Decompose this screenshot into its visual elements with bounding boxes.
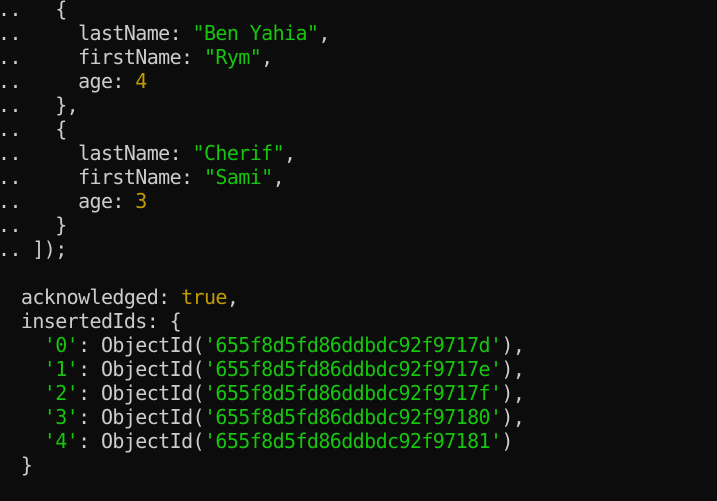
code-text: , <box>261 45 273 69</box>
string-literal: '655f8d5fd86ddbdc92f9717d' <box>203 333 502 357</box>
terminal-line: '2': ObjectId('655f8d5fd86ddbdc92f9717f'… <box>0 381 525 405</box>
terminal-line: .. age: 4 <box>0 69 147 93</box>
number-literal: 3 <box>135 189 147 213</box>
terminal-line: .. lastName: "Ben Yahia", <box>0 21 330 45</box>
terminal-line: .. lastName: "Cherif", <box>0 141 296 165</box>
code-text: .. firstName: <box>0 45 204 69</box>
code-text: , <box>284 141 296 165</box>
code-text: ), <box>501 405 525 429</box>
code-text: : ObjectId( <box>78 333 204 357</box>
string-literal: "Rym" <box>203 45 262 69</box>
code-text: .. firstName: <box>0 165 204 189</box>
string-literal: '2' <box>43 381 79 405</box>
string-literal: '655f8d5fd86ddbdc92f9717e' <box>203 357 502 381</box>
code-text: .. lastName: <box>0 21 193 45</box>
code-text: acknowledged: <box>0 285 182 309</box>
terminal-line: .. }, <box>0 93 79 117</box>
terminal-line: '0': ObjectId('655f8d5fd86ddbdc92f9717d'… <box>0 333 525 357</box>
number-literal: 4 <box>135 69 147 93</box>
code-text: .. lastName: <box>0 141 193 165</box>
string-literal: "Sami" <box>203 165 273 189</box>
code-text: .. age: <box>0 189 136 213</box>
code-text: , <box>318 21 330 45</box>
string-literal: "Cherif" <box>192 141 285 165</box>
terminal-line: .. firstName: "Rym", <box>0 45 273 69</box>
code-text: .. ]); <box>0 237 67 261</box>
code-text: .. }, <box>0 93 79 117</box>
terminal-line: .. { <box>0 0 67 21</box>
code-text: .. } <box>0 213 67 237</box>
boolean-literal: true <box>181 285 227 309</box>
terminal-line: .. age: 3 <box>0 189 147 213</box>
terminal-line: } <box>0 453 33 477</box>
code-text: .. { <box>0 0 67 21</box>
string-literal: '4' <box>43 429 79 453</box>
string-literal: '655f8d5fd86ddbdc92f97180' <box>203 405 502 429</box>
terminal-line: '3': ObjectId('655f8d5fd86ddbdc92f97180'… <box>0 405 525 429</box>
code-text: ) <box>501 429 513 453</box>
string-literal: '1' <box>43 357 79 381</box>
terminal-line: .. } <box>0 213 67 237</box>
code-text: .. age: <box>0 69 136 93</box>
code-text: ), <box>501 357 525 381</box>
terminal-line: .. firstName: "Sami", <box>0 165 285 189</box>
code-text: ), <box>501 333 525 357</box>
code-text: : ObjectId( <box>78 357 204 381</box>
terminal-line: .. { <box>0 117 67 141</box>
code-text: insertedIds: { <box>0 309 182 333</box>
string-literal: '655f8d5fd86ddbdc92f9717f' <box>203 381 502 405</box>
terminal-line: '4': ObjectId('655f8d5fd86ddbdc92f97181'… <box>0 429 514 453</box>
terminal-window[interactable]: .. {.. lastName: "Ben Yahia",.. firstNam… <box>0 0 717 501</box>
code-text: : ObjectId( <box>78 429 204 453</box>
terminal-line: '1': ObjectId('655f8d5fd86ddbdc92f9717e'… <box>0 357 525 381</box>
string-literal: '655f8d5fd86ddbdc92f97181' <box>203 429 502 453</box>
code-text: , <box>226 285 239 309</box>
code-text: .. { <box>0 117 67 141</box>
code-text: : ObjectId( <box>78 405 204 429</box>
string-literal: '3' <box>43 405 79 429</box>
terminal-line: acknowledged: true, <box>0 285 239 309</box>
code-text: } <box>0 453 33 477</box>
code-text: : ObjectId( <box>78 381 204 405</box>
string-literal: "Ben Yahia" <box>192 21 319 45</box>
code-text: , <box>272 165 285 189</box>
code-text: ), <box>501 381 525 405</box>
terminal-line: .. ]); <box>0 237 67 261</box>
string-literal: '0' <box>43 333 79 357</box>
terminal-line: insertedIds: { <box>0 309 182 333</box>
